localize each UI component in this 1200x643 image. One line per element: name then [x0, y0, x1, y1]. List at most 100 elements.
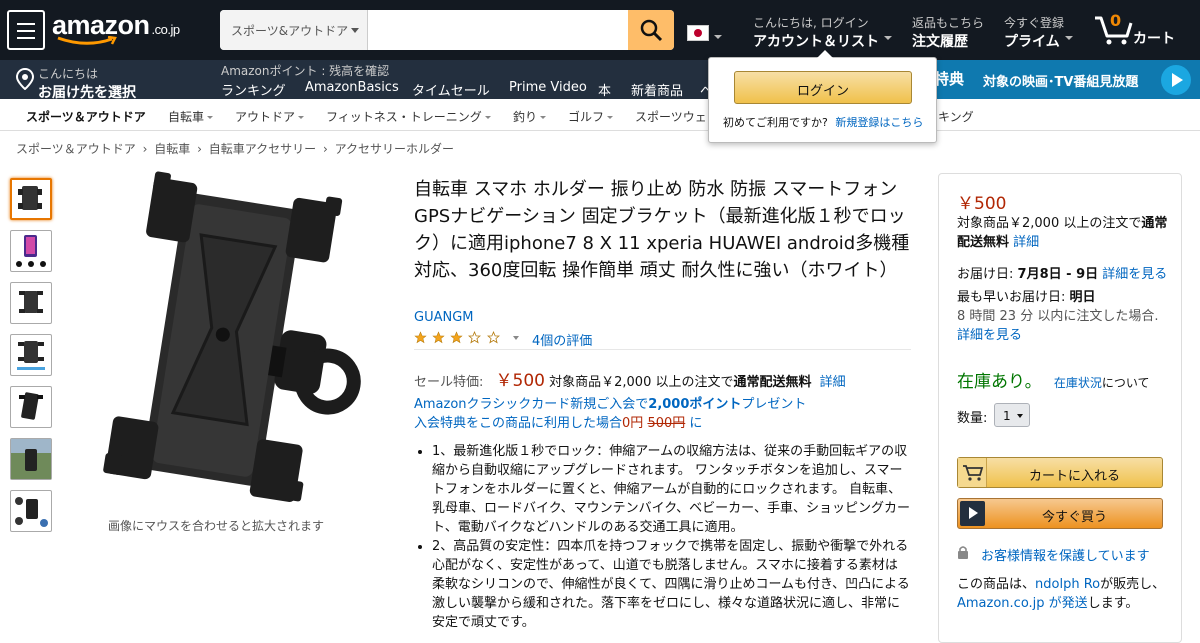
login-button[interactable]: ログイン — [734, 71, 912, 104]
earliest-details-link[interactable]: 詳細を見る — [957, 328, 1022, 343]
product-thumb-image — [17, 341, 45, 370]
product-thumb-image — [18, 186, 42, 210]
category-home-link[interactable]: スポーツ＆アウトドア — [26, 108, 146, 125]
buybox-shipping: 対象商品￥2,000 以上の注文で通常配送無料 詳細 — [957, 216, 1168, 250]
breadcrumb-item[interactable]: 自転車 — [154, 142, 190, 156]
prime-video-promo[interactable]: 特典 対象の映画･TV番組見放題 — [934, 60, 1200, 99]
product-thumb-image — [15, 497, 48, 527]
quantity-label: 数量: — [957, 411, 988, 426]
free-shipping-label: 通常配送無料 — [733, 375, 812, 390]
play-icon — [960, 501, 985, 526]
product-thumb-image — [19, 392, 43, 420]
category-fishing[interactable]: 釣り — [513, 108, 547, 125]
chevron-down-icon — [884, 36, 892, 40]
card-promo[interactable]: Amazonクラシックカード新規ご入会で2,000ポイントプレゼント 入会特典を… — [414, 395, 806, 433]
product-main-image[interactable] — [75, 170, 375, 515]
review-count-link[interactable]: 4個の評価 — [532, 330, 592, 349]
buy-box: ￥500 対象商品￥2,000 以上の注文で通常配送無料 詳細 お届け日: 7月… — [938, 173, 1182, 643]
stock-status-link[interactable]: 在庫状況 — [1054, 376, 1102, 390]
feature-bullets: 1、最新進化版１秒でロック：伸縮アームの収縮方法は、従来の手動回転ギアの収縮から… — [414, 442, 910, 632]
chevron-down-icon — [1017, 414, 1023, 418]
orders-link[interactable]: 返品もこちら 注文履歴 — [912, 14, 984, 51]
subnav-link-timesale[interactable]: タイムセール — [412, 80, 490, 99]
star-empty-icon — [468, 331, 482, 344]
quantity-select[interactable]: 1 — [994, 403, 1030, 427]
chevron-down-icon — [298, 116, 305, 119]
subnav-link-new[interactable]: 新着商品 — [631, 80, 683, 99]
thumbnail-7[interactable] — [10, 490, 52, 532]
amazon-smile-icon — [57, 36, 117, 45]
buybox-price: ￥500 — [957, 194, 1007, 214]
buybox-details-link[interactable]: 詳細 — [1013, 235, 1039, 250]
chevron-down-icon — [484, 116, 491, 119]
star-empty-icon — [486, 331, 500, 344]
category-sportswear[interactable]: スポーツウェ — [635, 108, 707, 125]
cart-label[interactable]: カート — [1133, 28, 1175, 48]
location-icon — [15, 68, 35, 90]
chevron-down-icon — [1065, 36, 1073, 40]
shipping-text: 対象商品￥2,000 以上の注文で — [549, 375, 734, 390]
product-thumb-image — [11, 439, 51, 479]
seller-link[interactable]: ndolph Ro — [1035, 577, 1100, 592]
login-popup: ログイン 初めてご利用ですか? 新規登録はこちら — [708, 50, 937, 143]
subnav-link-books[interactable]: 本 — [598, 80, 611, 99]
add-to-cart-button[interactable]: カートに入れる — [957, 457, 1163, 488]
search-bar: スポーツ&アウトドア — [220, 10, 674, 50]
breadcrumb-item[interactable]: 自転車アクセサリー — [209, 142, 316, 156]
points-link[interactable]: Amazonポイント : 残高を確認 — [221, 62, 389, 79]
thumbnail-5[interactable] — [10, 386, 52, 428]
chevron-right-icon: › — [142, 142, 148, 156]
breadcrumb-item[interactable]: スポーツ＆アウトドア — [16, 142, 136, 156]
search-input[interactable] — [369, 10, 628, 50]
brand-link[interactable]: GUANGM — [414, 310, 474, 325]
thumbnail-6[interactable] — [10, 438, 52, 480]
deliver-to-selector[interactable]: こんにちは お届け先を選択 — [38, 65, 136, 102]
account-greeting: こんにちは, ログイン — [753, 16, 869, 30]
category-hiking[interactable]: キング — [938, 108, 974, 125]
shipping-details-link[interactable]: 詳細 — [820, 375, 846, 390]
thumbnail-2[interactable] — [10, 230, 52, 272]
flag-jp-icon[interactable] — [687, 25, 709, 41]
subnav-link-ranking[interactable]: ランキング — [221, 80, 286, 99]
category-golf[interactable]: ゴルフ — [568, 108, 614, 125]
fulfilled-by-link[interactable]: Amazon.co.jp が発送 — [957, 596, 1088, 611]
category-bicycle[interactable]: 自転車 — [168, 108, 214, 125]
buy-now-button[interactable]: 今すぐ買う — [957, 498, 1163, 529]
list-item: 1、最新進化版１秒でロック：伸縮アームの収縮方法は、従来の手動回転ギアの収縮から… — [432, 442, 910, 537]
earliest-delivery: 最も早いお届け日: 明日 8 時間 23 分 以内に注文した場合. 詳細を見る — [957, 290, 1159, 343]
register-link[interactable]: 新規登録はこちら — [835, 116, 923, 129]
subnav-link-primevideo[interactable]: Prime Video — [509, 80, 587, 95]
product-title: 自転車 スマホ ホルダー 振り止め 防水 防振 スマートフォンGPSナビゲーショ… — [414, 179, 910, 281]
category-fitness[interactable]: フィットネス・トレーニング — [326, 108, 491, 125]
delivery-date: お届け日: 7月8日 - 9日 詳細を見る — [957, 267, 1168, 282]
product-thumb-image — [19, 291, 43, 313]
category-outdoor[interactable]: アウトドア — [235, 108, 305, 125]
star-rating[interactable] — [414, 330, 519, 345]
subnav-link-basics[interactable]: AmazonBasics — [305, 80, 399, 95]
promo-badge: 特典 — [934, 70, 965, 88]
chevron-down-icon — [714, 35, 722, 39]
sale-price: ￥500 — [495, 371, 545, 391]
cart-count: 0 — [1110, 11, 1122, 30]
prime-menu[interactable]: 今すぐ登録 プライム — [1004, 14, 1064, 51]
thumbnail-3[interactable] — [10, 282, 52, 324]
menu-button[interactable] — [7, 10, 45, 50]
chevron-down-icon — [351, 28, 359, 33]
product-thumb-image — [16, 235, 46, 267]
chevron-right-icon: › — [322, 142, 328, 156]
chevron-right-icon: › — [197, 142, 202, 156]
account-menu[interactable]: こんにちは, ログイン アカウント＆リスト — [753, 14, 879, 51]
breadcrumb-item[interactable]: アクセサリーホルダー — [335, 142, 454, 156]
promo-text: 対象の映画･TV番組見放題 — [983, 75, 1139, 90]
new-customer-text: 初めてご利用ですか? 新規登録はこちら — [723, 116, 924, 129]
delivery-details-link[interactable]: 詳細を見る — [1102, 267, 1167, 282]
thumbnail-4[interactable] — [10, 334, 52, 376]
thumbnail-1[interactable] — [10, 178, 52, 220]
search-category-select[interactable]: スポーツ&アウトドア — [220, 10, 368, 50]
search-button[interactable] — [628, 10, 674, 50]
secure-transaction-link[interactable]: お客様情報を保護しています — [981, 545, 1150, 564]
chevron-down-icon — [512, 335, 519, 340]
star-full-icon — [450, 331, 463, 344]
breadcrumb: スポーツ＆アウトドア › 自転車 › 自転車アクセサリー › アクセサリーホルダ… — [16, 140, 454, 157]
lock-icon — [957, 545, 969, 563]
